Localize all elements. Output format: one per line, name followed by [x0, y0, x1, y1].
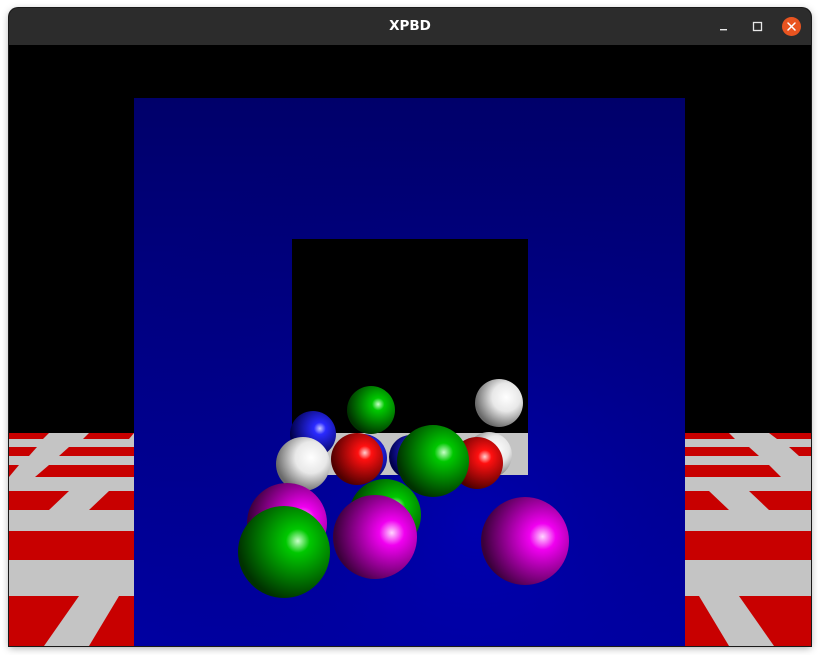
sphere-red [331, 433, 383, 485]
sphere-white [276, 437, 330, 491]
close-icon [787, 22, 796, 31]
maximize-button[interactable] [748, 17, 767, 36]
sphere-green [397, 425, 469, 497]
title-bar[interactable]: XPBD [9, 8, 811, 46]
app-window: XPBD [9, 8, 811, 646]
minimize-icon [720, 29, 727, 31]
maximize-icon [752, 21, 763, 32]
sphere-magenta [481, 497, 569, 585]
window-title: XPBD [389, 18, 431, 34]
sphere-green [347, 386, 395, 434]
scene-canvas [9, 45, 811, 646]
render-viewport[interactable] [9, 45, 811, 646]
sphere-magenta [333, 495, 417, 579]
minimize-button[interactable] [714, 17, 733, 36]
sphere-white [475, 379, 523, 427]
sphere-green [238, 506, 330, 598]
close-button[interactable] [782, 17, 801, 36]
